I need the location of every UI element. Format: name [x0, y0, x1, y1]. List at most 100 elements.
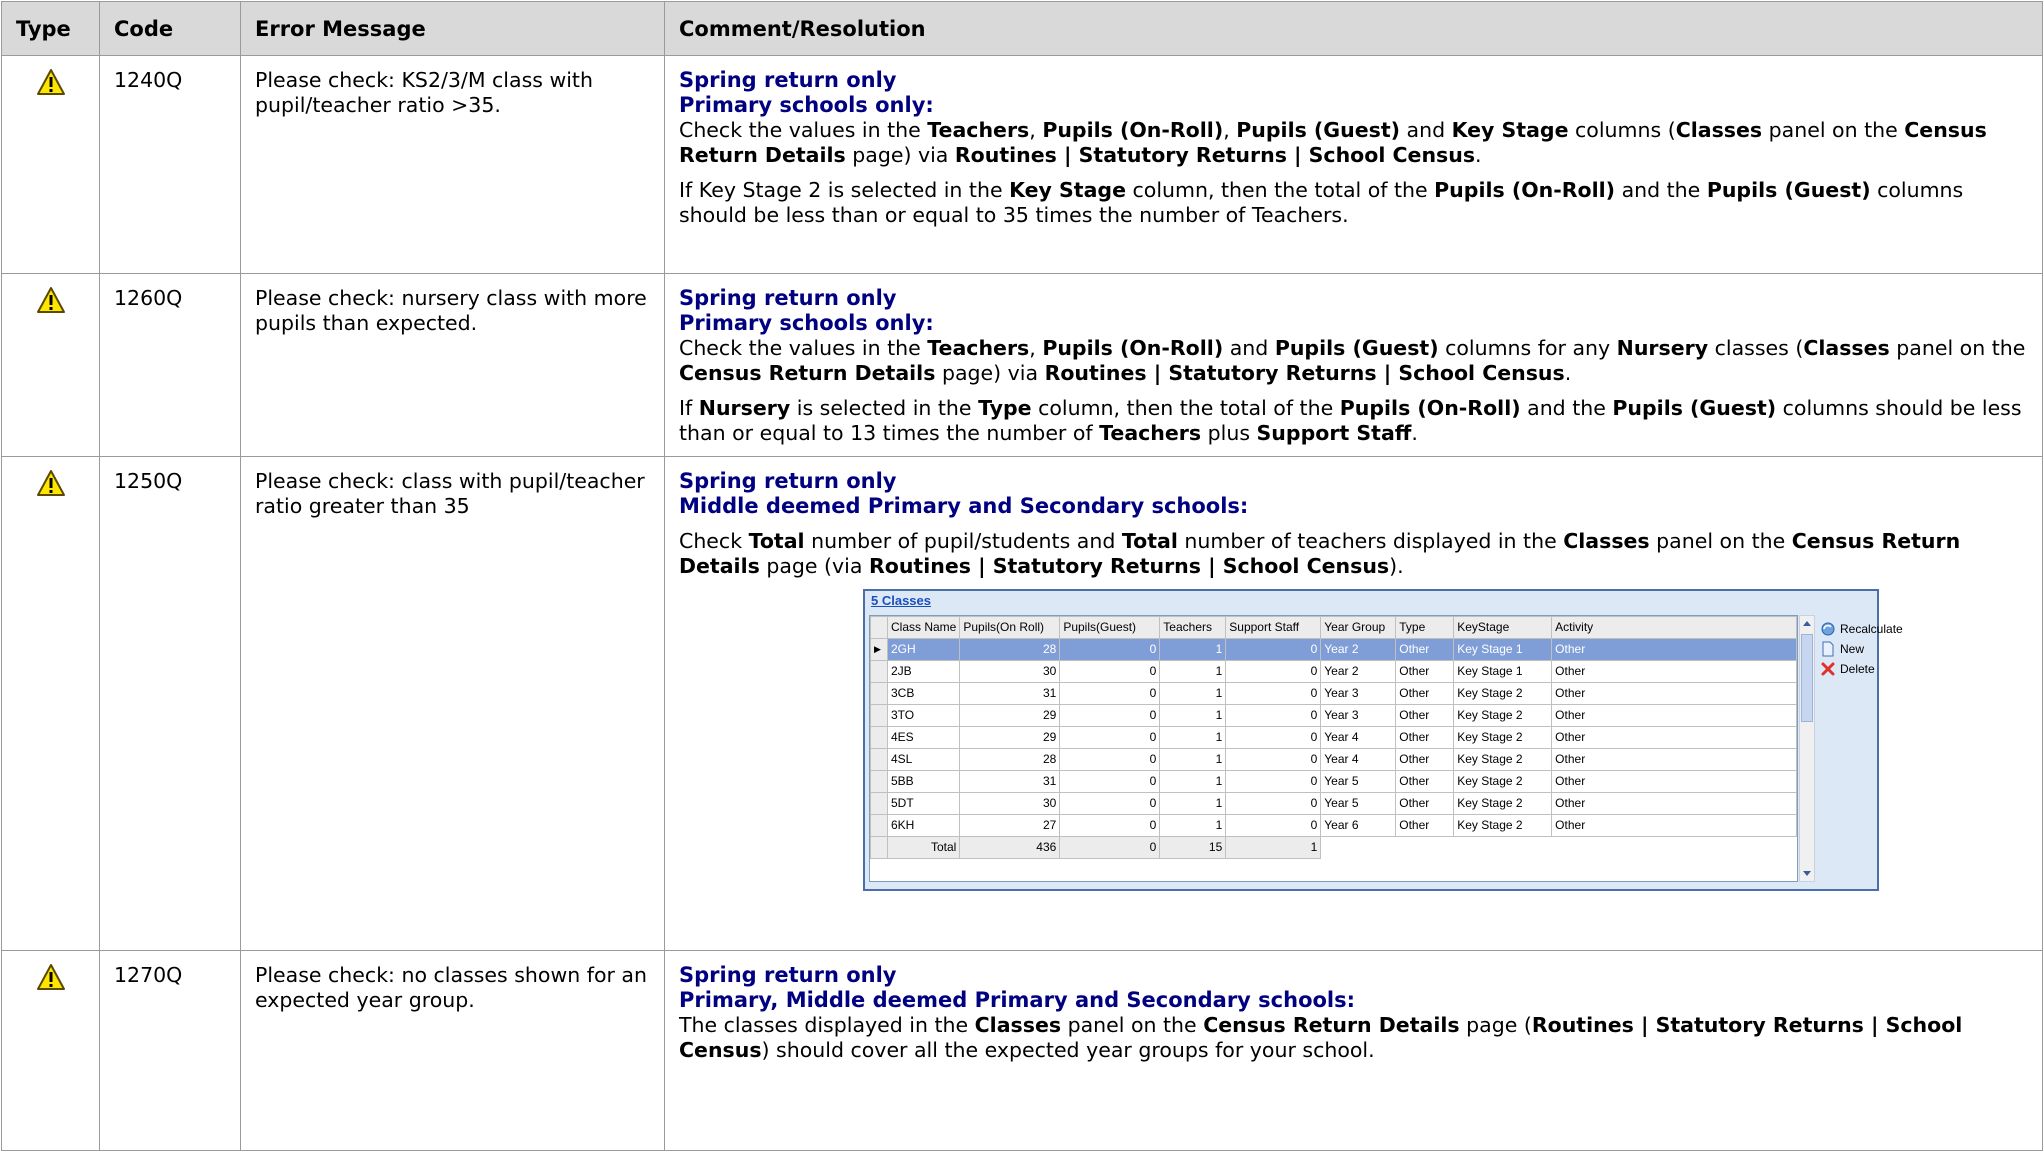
scrollbar-thumb[interactable]: [1801, 634, 1813, 722]
header-type: Type: [1, 1, 100, 56]
class-cell: 1: [1159, 792, 1227, 815]
class-cell: 3CB: [886, 682, 961, 705]
class-cell: 0: [1059, 792, 1161, 815]
classes-panel-title[interactable]: 5 Classes: [871, 594, 931, 608]
class-cell: 0: [1059, 660, 1161, 683]
class-row[interactable]: 4SL 28 0 1 0 Year 4 Other Key Stage 2 Other: [870, 748, 1797, 771]
delete-button[interactable]: Delete: [1820, 659, 1903, 679]
bold-term: Pupils (On-Roll): [1042, 336, 1224, 360]
header-code: Code: [99, 1, 241, 56]
class-cell: Key Stage 2: [1453, 704, 1553, 727]
class-cell: 1: [1159, 726, 1227, 749]
new-label: New: [1840, 642, 1865, 656]
class-cell: 0: [1225, 726, 1322, 749]
message-cell: Please check: no classes shown for an ex…: [240, 950, 665, 1151]
class-cell: 0: [1225, 704, 1322, 727]
row-selector: ▶: [870, 638, 888, 661]
resolution-paragraph: Check the values in the Teachers, Pupils…: [679, 118, 1987, 167]
column-header: Teachers: [1159, 616, 1227, 639]
class-row[interactable]: 3CB 31 0 1 0 Year 3 Other Key Stage 2 Other: [870, 682, 1797, 705]
new-button[interactable]: New: [1820, 639, 1903, 659]
class-row[interactable]: ▶ 2GH 28 0 1 0 Year 2 Other Key Stage 1 Other: [870, 638, 1797, 661]
resolution-paragraph: The classes displayed in the Classes pan…: [679, 1013, 1963, 1062]
column-header: Year Group: [1320, 616, 1397, 639]
class-cell: 1: [1159, 660, 1227, 683]
class-cell: Other: [1395, 704, 1455, 727]
class-cell: 0: [1225, 770, 1322, 793]
bold-term: Census Return Details: [1203, 1013, 1460, 1037]
resolution-heading: Spring return only: [679, 68, 897, 92]
message-cell: Please check: nursery class with more pu…: [240, 273, 665, 457]
new-document-icon: [1822, 641, 1834, 657]
row-selector: [870, 660, 888, 683]
class-cell: 2JB: [886, 660, 961, 683]
class-cell: 0: [1059, 682, 1161, 705]
class-cell: 0: [1225, 660, 1322, 683]
class-cell: Other: [1395, 638, 1455, 661]
class-cell: Other: [1551, 704, 1797, 727]
type-cell: [1, 273, 100, 457]
class-cell: 0: [1225, 814, 1322, 837]
class-cell: 1: [1159, 814, 1227, 837]
column-header: Support Staff: [1225, 616, 1322, 639]
class-cell: Key Stage 2: [1453, 770, 1553, 793]
class-cell: 29: [959, 704, 1061, 727]
resolution-paragraph: If Nursery is selected in the Type colum…: [679, 396, 2022, 445]
class-cell: 4SL: [886, 748, 961, 771]
recalculate-label: Recalculate: [1840, 622, 1903, 636]
error-row: 1270Q Please check: no classes shown for…: [1, 950, 2043, 1151]
bold-term: Pupils (On-Roll): [1339, 396, 1521, 420]
bold-term: Nursery: [1616, 336, 1709, 360]
class-row[interactable]: 6KH 27 0 1 0 Year 6 Other Key Stage 2 Other: [870, 814, 1797, 837]
resolution-subheading: Primary schools only:: [679, 311, 934, 335]
type-cell: [1, 456, 100, 951]
class-cell: Other: [1395, 726, 1455, 749]
column-header: Type: [1395, 616, 1455, 639]
class-cell: Key Stage 2: [1453, 814, 1553, 837]
column-header: Pupils(On Roll): [959, 616, 1061, 639]
resolution-cell: Spring return only Primary schools only:…: [664, 55, 2043, 274]
class-row[interactable]: 3TO 29 0 1 0 Year 3 Other Key Stage 2 Other: [870, 704, 1797, 727]
bold-term: Pupils (On-Roll): [1434, 178, 1616, 202]
class-cell: Year 2: [1320, 638, 1397, 661]
total-value: 436: [959, 836, 1061, 859]
class-cell: 28: [959, 638, 1061, 661]
class-cell: 27: [959, 814, 1061, 837]
class-cell: Year 4: [1320, 726, 1397, 749]
recalculate-button[interactable]: Recalculate: [1820, 619, 1903, 639]
class-cell: 31: [959, 682, 1061, 705]
bold-term: Classes: [1675, 118, 1763, 142]
resolution-subheading: Primary, Middle deemed Primary and Secon…: [679, 988, 1356, 1012]
class-cell: 1: [1159, 682, 1227, 705]
code-cell: 1270Q: [99, 950, 241, 1151]
class-cell: 0: [1059, 638, 1161, 661]
class-cell: 0: [1059, 770, 1161, 793]
error-row: 1260Q Please check: nursery class with m…: [1, 273, 2043, 457]
code-cell: 1250Q: [99, 456, 241, 951]
bold-term: Routines | Statutory Returns | School Ce…: [954, 143, 1476, 167]
class-row[interactable]: 5BB 31 0 1 0 Year 5 Other Key Stage 2 Other: [870, 770, 1797, 793]
bold-term: Pupils (Guest): [1612, 396, 1777, 420]
scrollbar[interactable]: [1799, 615, 1815, 882]
class-row[interactable]: 5DT 30 0 1 0 Year 5 Other Key Stage 2 Other: [870, 792, 1797, 815]
scroll-down-icon[interactable]: [1802, 870, 1812, 878]
bold-term: Classes: [974, 1013, 1062, 1037]
column-header: Pupils(Guest): [1059, 616, 1161, 639]
class-cell: Year 5: [1320, 770, 1397, 793]
scroll-up-icon[interactable]: [1802, 619, 1812, 627]
class-cell: 6KH: [886, 814, 961, 837]
warning-triangle-icon: [36, 469, 66, 497]
class-cell: Key Stage 2: [1453, 792, 1553, 815]
class-cell: Key Stage 2: [1453, 748, 1553, 771]
class-cell: Other: [1551, 726, 1797, 749]
bold-term: Pupils (Guest): [1274, 336, 1439, 360]
empty-cell: [1552, 837, 1797, 859]
class-cell: 0: [1225, 682, 1322, 705]
class-cell: 5BB: [886, 770, 961, 793]
resolution-paragraph: If Key Stage 2 is selected in the Key St…: [679, 178, 1964, 227]
class-row[interactable]: 2JB 30 0 1 0 Year 2 Other Key Stage 1 Other: [870, 660, 1797, 683]
bold-term: Type: [978, 396, 1032, 420]
bold-term: Pupils (Guest): [1706, 178, 1871, 202]
class-row[interactable]: 4ES 29 0 1 0 Year 4 Other Key Stage 2 Other: [870, 726, 1797, 749]
class-cell: Other: [1395, 792, 1455, 815]
